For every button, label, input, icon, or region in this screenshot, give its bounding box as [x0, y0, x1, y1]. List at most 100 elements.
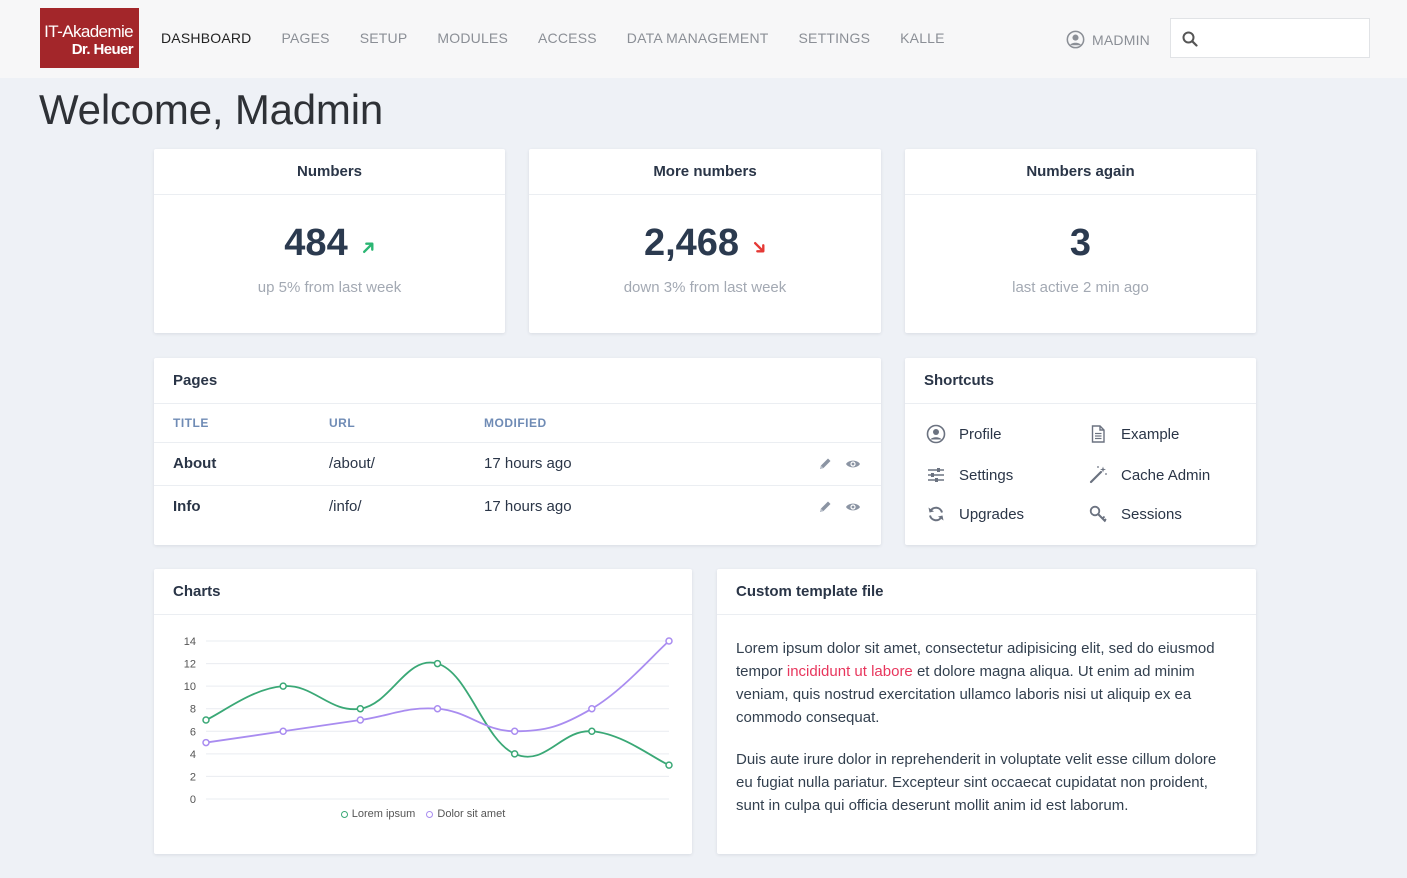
shortcut-label: Example: [1121, 425, 1180, 443]
data-point: [356, 716, 365, 724]
data-point: [510, 750, 519, 758]
stat-subtext: up 5% from last week: [257, 279, 402, 296]
eye-icon[interactable]: [845, 499, 861, 515]
table-row[interactable]: Info /info/ 17 hours ago: [154, 485, 881, 528]
key-icon: [1089, 505, 1107, 523]
stat-subtext: down 3% from last week: [623, 279, 787, 296]
series-line-0: [205, 661, 670, 766]
nav-pages[interactable]: PAGES: [281, 30, 329, 46]
column-header-modified[interactable]: MODIFIED: [484, 404, 774, 443]
template-text: Lorem ipsum dolor sit amet, consectetur …: [717, 615, 1256, 817]
paragraph-1: Lorem ipsum dolor sit amet, consectetur …: [736, 637, 1237, 729]
stat-value-text: 3: [1069, 222, 1092, 264]
stat-card-numbers-again: Numbers again 3 last active 2 min ago: [905, 149, 1256, 333]
shortcut-label: Cache Admin: [1121, 466, 1211, 484]
stat-value: 484: [284, 221, 374, 265]
custom-template-title: Custom template file: [717, 569, 1256, 615]
y-tick-label: 10: [184, 681, 196, 693]
y-tick-label: 12: [184, 659, 196, 671]
y-tick-label: 0: [190, 794, 196, 806]
pages-table: TITLE URL MODIFIED About /about/ 17 hour…: [154, 404, 881, 528]
user-name: MADMIN: [1092, 31, 1150, 48]
paragraph-2: Duis aute irure dolor in reprehenderit i…: [736, 751, 1217, 814]
nav-settings[interactable]: SETTINGS: [799, 30, 871, 46]
legend-item-lorem-ipsum[interactable]: Lorem ipsum: [340, 808, 415, 820]
stat-value: 3: [1070, 221, 1091, 265]
sliders-icon: [928, 468, 944, 482]
nav-kalle[interactable]: KALLE: [900, 30, 945, 46]
shortcut-cache-admin[interactable]: Cache Admin: [1088, 465, 1210, 485]
search-box: [1170, 18, 1370, 58]
data-point: [202, 716, 210, 724]
page-modified-cell: 17 hours ago: [484, 498, 572, 516]
stat-subtext: last active 2 min ago: [1012, 279, 1149, 296]
shortcut-label: Settings: [959, 466, 1014, 484]
y-tick-label: 14: [184, 636, 196, 648]
data-point: [510, 727, 519, 736]
page-url-cell: /about/: [329, 442, 484, 486]
data-point: [433, 704, 442, 713]
page-title: Welcome, Madmin: [39, 86, 383, 133]
pencil-icon[interactable]: [817, 456, 833, 472]
column-header-actions: [774, 404, 881, 443]
data-point: [588, 727, 596, 736]
charts-card: Charts 0 2 4 6 8 10 12 14 Lorem ipsum Dolor sit…: [154, 569, 692, 854]
nav-setup[interactable]: SETUP: [360, 30, 408, 46]
eye-icon[interactable]: [845, 456, 861, 472]
legend-marker: [340, 810, 348, 818]
pages-card-title: Pages: [154, 358, 881, 404]
shortcut-upgrades[interactable]: Upgrades: [926, 504, 1024, 524]
logo-line-1: IT-Akademie: [44, 22, 133, 41]
nav-dashboard[interactable]: DASHBOARD: [161, 30, 251, 46]
data-point: [279, 682, 287, 690]
data-point: [665, 637, 673, 645]
stat-value: 2,468: [644, 221, 766, 265]
chart-legend: Lorem ipsum Dolor sit amet: [154, 808, 692, 821]
shortcut-sessions[interactable]: Sessions: [1088, 504, 1182, 524]
shortcut-profile[interactable]: Profile: [926, 424, 1002, 444]
data-point: [665, 761, 673, 769]
search-icon: [1182, 31, 1198, 47]
y-tick-label: 6: [190, 726, 196, 738]
data-point: [279, 727, 287, 736]
shortcut-settings[interactable]: Settings: [926, 465, 1013, 485]
y-tick-label: 2: [190, 771, 196, 783]
column-header-url[interactable]: URL: [329, 404, 484, 443]
row-actions: [774, 442, 881, 486]
shortcut-label: Upgrades: [959, 505, 1025, 523]
row-actions: [774, 485, 881, 528]
data-point: [433, 659, 442, 668]
pencil-icon[interactable]: [817, 499, 833, 515]
highlighted-text: incididunt ut labore: [786, 663, 913, 680]
shortcuts-card-title: Shortcuts: [905, 358, 1256, 404]
shortcut-label: Sessions: [1121, 505, 1182, 523]
stat-card-more-numbers: More numbers 2,468 down 3% from last wee…: [529, 149, 881, 333]
magic-wand-icon: [1089, 466, 1107, 484]
legend-label: Dolor sit amet: [437, 808, 506, 820]
column-header-title[interactable]: TITLE: [154, 404, 329, 443]
stat-value-text: 484: [284, 222, 348, 264]
nav-access[interactable]: ACCESS: [538, 30, 597, 46]
table-row[interactable]: About /about/ 17 hours ago: [154, 442, 881, 486]
custom-template-card: Custom template file Lorem ipsum dolor s…: [717, 569, 1256, 854]
stat-card-title: More numbers: [529, 149, 881, 195]
user-menu[interactable]: MADMIN: [1066, 30, 1150, 49]
nav-data-management[interactable]: DATA MANAGEMENT: [627, 30, 769, 46]
legend-item-dolor-sit-amet[interactable]: Dolor sit amet: [426, 808, 505, 820]
page-modified-cell: 17 hours ago: [484, 442, 774, 486]
legend-marker: [426, 810, 434, 818]
refresh-icon: [928, 506, 944, 522]
page-title-cell[interactable]: Info: [154, 485, 329, 528]
arrow-up-right-icon: [362, 242, 374, 253]
logo[interactable]: IT-Akademie Dr. Heuer: [40, 8, 139, 68]
stat-card-title: Numbers again: [905, 149, 1256, 195]
nav-modules[interactable]: MODULES: [437, 30, 508, 46]
search-input[interactable]: [1207, 27, 1363, 49]
top-navbar: IT-Akademie Dr. Heuer DASHBOARD PAGES SE…: [0, 0, 1407, 78]
pages-card: Pages TITLE URL MODIFIED About /about/ 1…: [154, 358, 881, 545]
page-title-cell[interactable]: About: [154, 442, 329, 486]
shortcuts-card: Shortcuts Profile Example Settings Cache…: [905, 358, 1256, 545]
shortcut-example[interactable]: Example: [1088, 424, 1179, 444]
page-url-cell: /info/: [329, 498, 362, 516]
y-tick-label: 4: [190, 749, 196, 761]
